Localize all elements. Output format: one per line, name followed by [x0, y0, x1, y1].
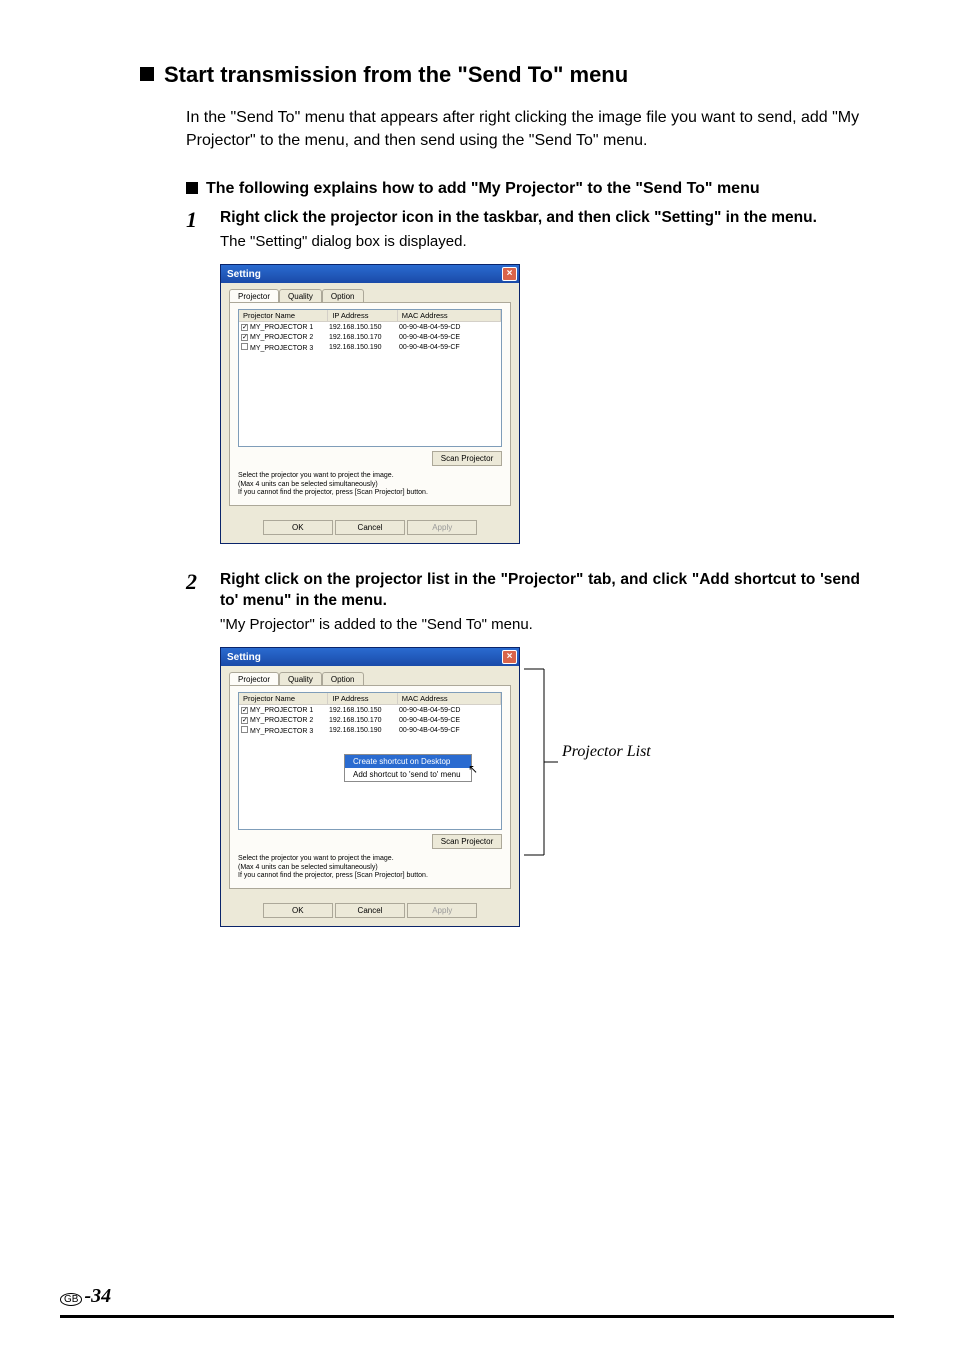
dialog-title: Setting — [227, 269, 261, 280]
footer-rule — [60, 1315, 894, 1318]
ok-button[interactable]: OK — [263, 520, 333, 535]
ok-button[interactable]: OK — [263, 903, 333, 918]
tab-projector[interactable]: Projector — [229, 289, 279, 302]
tab-option[interactable]: Option — [322, 289, 364, 302]
list-item[interactable]: ✓MY_PROJECTOR 2192.168.150.17000-90-4B-0… — [239, 715, 501, 725]
col-name: Projector Name — [239, 310, 328, 321]
page-footer: GB -34 — [60, 1285, 111, 1308]
apply-button: Apply — [407, 903, 477, 918]
section-bullet — [140, 67, 154, 81]
tab-projector[interactable]: Projector — [229, 672, 279, 685]
list-item[interactable]: ✓MY_PROJECTOR 2192.168.150.17000-90-4B-0… — [239, 332, 501, 342]
setting-dialog-2: Setting × Projector Quality Option Proje… — [220, 647, 520, 927]
list-item[interactable]: MY_PROJECTOR 3192.168.150.19000-90-4B-04… — [239, 342, 501, 352]
section-title: Start transmission from the "Send To" me… — [164, 62, 628, 87]
step-number-1: 1 — [186, 208, 220, 232]
callout-bracket — [524, 669, 558, 855]
col-ip: IP Address — [328, 693, 397, 704]
col-name: Projector Name — [239, 693, 328, 704]
step-number-2: 2 — [186, 570, 220, 594]
col-ip: IP Address — [328, 310, 397, 321]
step-1-sub: The "Setting" dialog box is displayed. — [220, 233, 860, 250]
intro-paragraph: In the "Send To" menu that appears after… — [186, 106, 860, 152]
tab-option[interactable]: Option — [322, 672, 364, 685]
cancel-button[interactable]: Cancel — [335, 903, 405, 918]
scan-projector-button[interactable]: Scan Projector — [432, 834, 502, 849]
step-1-title: Right click the projector icon in the ta… — [220, 208, 860, 229]
scan-projector-button[interactable]: Scan Projector — [432, 451, 502, 466]
projector-list[interactable]: Projector Name IP Address MAC Address ✓M… — [238, 309, 502, 447]
dialog-title: Setting — [227, 652, 261, 663]
tab-quality[interactable]: Quality — [279, 672, 322, 685]
context-menu: Create shortcut on Desktop Add shortcut … — [344, 754, 472, 782]
help-line: Select the projector you want to project… — [238, 472, 502, 480]
close-icon[interactable]: × — [502, 650, 517, 664]
setting-dialog-1: Setting × Projector Quality Option Proje… — [220, 264, 520, 544]
ctx-item-sendto[interactable]: Add shortcut to 'send to' menu — [345, 768, 471, 781]
help-line: If you cannot find the projector, press … — [238, 489, 502, 497]
sub-heading: The following explains how to add "My Pr… — [206, 180, 760, 197]
list-item[interactable]: ✓MY_PROJECTOR 1192.168.150.15000-90-4B-0… — [239, 322, 501, 332]
col-mac: MAC Address — [398, 310, 501, 321]
help-line: Select the projector you want to project… — [238, 855, 502, 863]
callout-label: Projector List — [562, 743, 651, 761]
step-2-sub: "My Projector" is added to the "Send To"… — [220, 616, 860, 633]
sub-bullet — [186, 182, 198, 194]
help-line: If you cannot find the projector, press … — [238, 872, 502, 880]
apply-button: Apply — [407, 520, 477, 535]
list-item[interactable]: ✓MY_PROJECTOR 1192.168.150.15000-90-4B-0… — [239, 705, 501, 715]
step-2-title: Right click on the projector list in the… — [220, 570, 860, 612]
help-line: (Max 4 units can be selected simultaneou… — [238, 864, 502, 872]
close-icon[interactable]: × — [502, 267, 517, 281]
list-item[interactable]: MY_PROJECTOR 3192.168.150.19000-90-4B-04… — [239, 725, 501, 735]
cancel-button[interactable]: Cancel — [335, 520, 405, 535]
help-line: (Max 4 units can be selected simultaneou… — [238, 481, 502, 489]
gb-badge: GB — [60, 1293, 82, 1306]
col-mac: MAC Address — [398, 693, 501, 704]
ctx-item-desktop[interactable]: Create shortcut on Desktop — [345, 755, 471, 768]
cursor-icon: ↖ — [468, 762, 478, 776]
tab-quality[interactable]: Quality — [279, 289, 322, 302]
